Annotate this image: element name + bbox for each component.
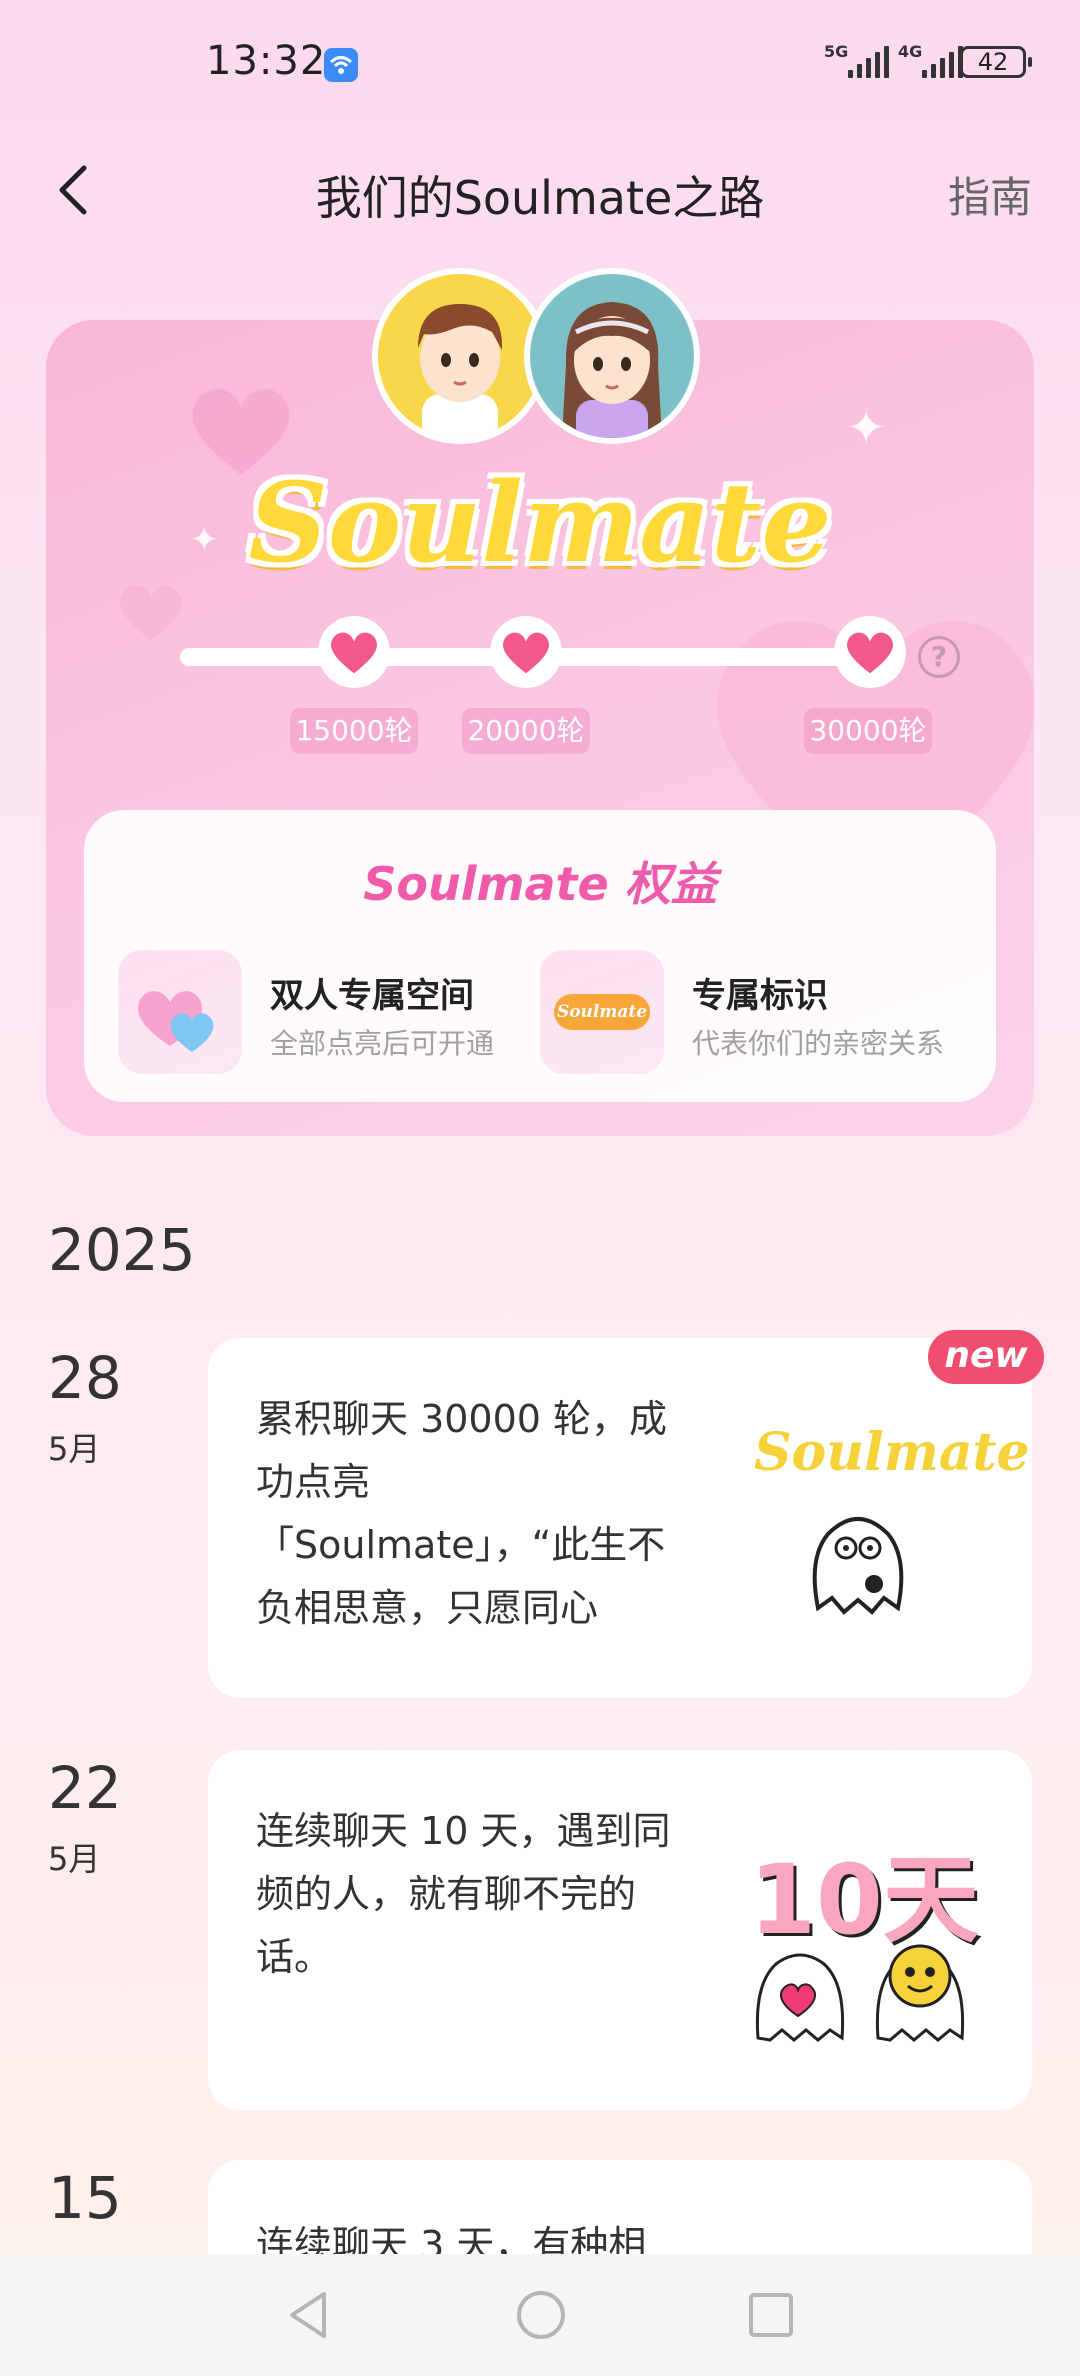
signal-4g-label: 4G — [898, 42, 923, 61]
help-icon[interactable]: ? — [918, 636, 960, 678]
couple-avatars — [372, 268, 712, 448]
timeline-card[interactable]: 累积聊天 30000 轮，成功点亮「Soulmate」，“此生不负相思意，只愿同… — [208, 1338, 1032, 1698]
wifi-icon — [324, 48, 358, 82]
boy-avatar[interactable] — [372, 268, 548, 444]
benefit-desc: 代表你们的亲密关系 — [692, 1027, 945, 1060]
timeline-card[interactable]: 连续聊天 10 天，遇到同频的人，就有聊不完的话。 10天 — [208, 1750, 1032, 2110]
card-text: 连续聊天 3 天，有种相 — [256, 2223, 647, 2254]
benefits-title: Soulmate 权益 — [363, 857, 717, 911]
benefit-name: 双人专属空间 — [270, 976, 474, 1016]
signal-5g-label: 5G — [824, 42, 849, 61]
battery-level: 42 — [977, 48, 1009, 76]
status-time: 13:32 — [206, 38, 327, 84]
sticker-title: Soulmate — [754, 1422, 1030, 1483]
ghost-sticker-icon — [812, 1517, 904, 1615]
milestone-label: 30000轮 — [804, 708, 932, 754]
soulmate-logo: Soulmate — [248, 458, 832, 587]
guide-link[interactable]: 指南 — [948, 164, 1032, 225]
entry-day: 22 — [48, 1754, 122, 1822]
signal-4g-icon: 4G — [896, 42, 963, 78]
badge-text: Soulmate — [554, 994, 650, 1030]
ghosts-sticker-icon — [755, 1944, 965, 2042]
benefit-private-space[interactable]: 双人专属空间 全部点亮后可开通 — [118, 950, 518, 1074]
top-nav: 我们的Soulmate之路 指南 — [0, 150, 1080, 230]
decorative-heart-icon — [120, 585, 182, 641]
battery-icon: 42 — [960, 46, 1032, 78]
hearts-icon — [118, 950, 242, 1074]
entry-month: 5月 — [48, 1430, 101, 1468]
milestone-heart-icon[interactable] — [834, 616, 906, 688]
benefit-exclusive-badge[interactable]: Soulmate 专属标识 代表你们的亲密关系 — [540, 950, 980, 1074]
signal-5g-icon: 5G — [822, 42, 889, 78]
entry-day: 15 — [48, 2164, 122, 2232]
system-nav-bar — [0, 2254, 1080, 2376]
timeline-card[interactable]: 连续聊天 3 天，有种相 — [208, 2160, 1032, 2254]
milestone-label: 20000轮 — [462, 708, 590, 754]
benefit-name: 专属标识 — [692, 976, 828, 1016]
recents-square-icon[interactable] — [740, 2284, 802, 2346]
soulmate-badge-icon: Soulmate — [540, 950, 664, 1074]
back-triangle-icon[interactable] — [278, 2284, 340, 2346]
entry-day: 28 — [48, 1344, 122, 1412]
benefits-panel: Soulmate 权益 双人专属空间 全部点亮后可开通 Soulmate 专属标… — [84, 810, 996, 1102]
page-title: 我们的Soulmate之路 — [315, 171, 765, 225]
timeline-year: 2025 — [48, 1216, 196, 1284]
card-text: 累积聊天 30000 轮，成功点亮「Soulmate」，“此生不负相思意，只愿同… — [256, 1397, 668, 1630]
card-text: 连续聊天 10 天，遇到同频的人，就有聊不完的话。 — [256, 1809, 671, 1979]
entry-month: 5月 — [48, 1840, 101, 1878]
milestone-heart-icon[interactable] — [490, 616, 562, 688]
benefit-desc: 全部点亮后可开通 — [270, 1027, 495, 1060]
status-bar: 13:32 5G 4G 42 — [0, 0, 1080, 120]
milestone-heart-icon[interactable] — [318, 616, 390, 688]
girl-avatar[interactable] — [524, 268, 700, 444]
sparkle-icon: ✦ — [846, 400, 887, 456]
milestone-label: 15000轮 — [290, 708, 418, 754]
home-circle-icon[interactable] — [510, 2284, 572, 2346]
new-badge: new — [928, 1330, 1044, 1384]
